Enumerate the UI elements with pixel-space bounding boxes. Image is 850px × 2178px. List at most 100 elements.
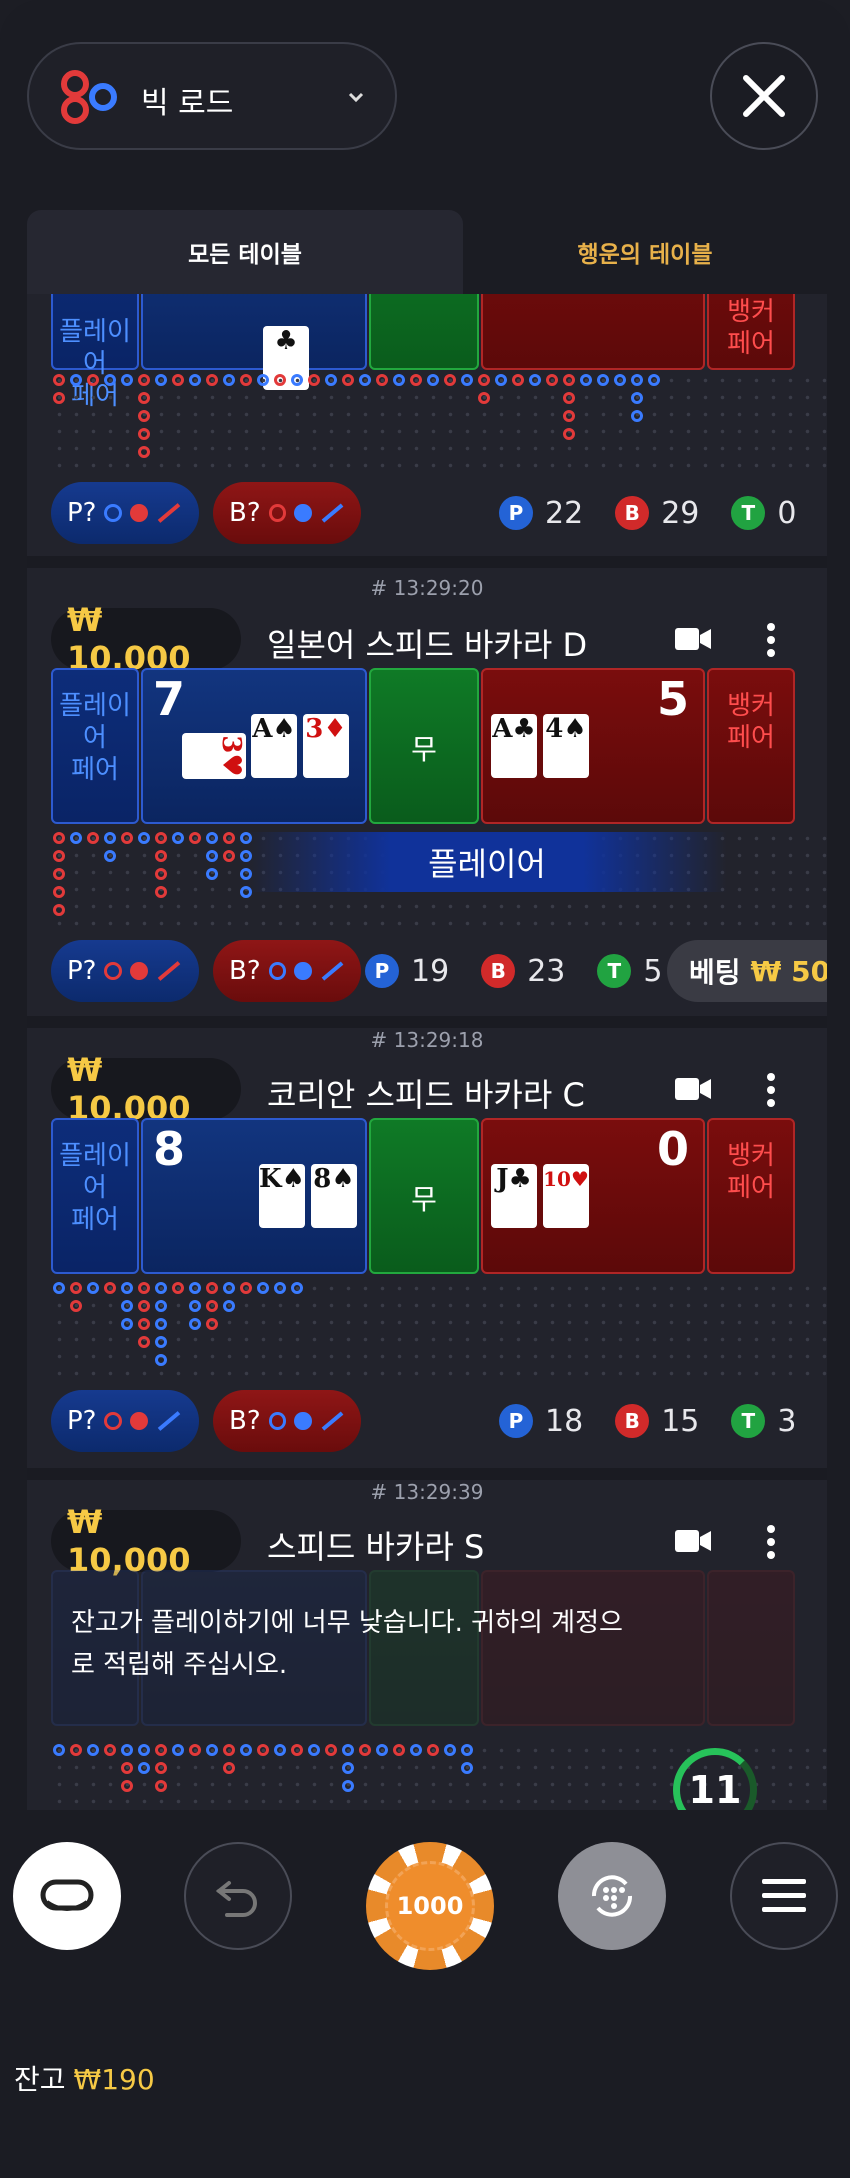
chip-value: 1000 [385, 1861, 475, 1951]
table-tabs: 모든 테이블 행운의 테이블 [27, 210, 827, 294]
low-balance-message: 잔고가 플레이하기에 너무 낮습니다. 귀하의 계정으로 적립해 주십시오. [71, 1608, 623, 1680]
banker-count-icon: B [481, 954, 516, 988]
divider [27, 556, 827, 568]
round-time: # 13:29:20 [370, 576, 484, 600]
predict-player-button[interactable]: P? [51, 940, 199, 1002]
banker-cards: A♣ 4♠ [491, 714, 589, 778]
card: 4♠ [543, 714, 589, 778]
table-name[interactable]: 일본어 스피드 바카라 D [267, 620, 587, 666]
player-spot[interactable]: 7 3♥ A♠ 3♦ [141, 668, 367, 824]
hamburger-menu-icon [762, 1879, 806, 1912]
player-score: 8 [153, 1122, 186, 1176]
tie-count-icon: T [731, 1404, 766, 1438]
balance-label: 잔고 [14, 2063, 66, 2096]
banker-pair-label: 뱅커 페어 [727, 297, 775, 359]
player-spot[interactable]: 8 K♠ 8♠ [141, 1118, 367, 1274]
card: 3♥ [182, 733, 246, 779]
table-card[interactable]: # 13:29:39 ₩ 10,000 스피드 바카라 S 잔고가 플레이하기에… [27, 1480, 827, 1810]
table-name[interactable]: 코리안 스피드 바카라 C [267, 1070, 585, 1116]
road-type-label: 빅 로드 [141, 86, 234, 121]
chevron-down-icon [348, 92, 364, 103]
result-stats: P 18 B 15 T3 [499, 1390, 816, 1452]
table-card-partial[interactable]: 플레이어 페어 ♣ 뱅커 페어 [27, 294, 827, 556]
tie-spot[interactable]: 무 [369, 668, 479, 824]
divider [27, 1468, 827, 1480]
card: K♠ [259, 1164, 305, 1228]
player-count-icon: P [499, 1404, 533, 1438]
more-options-icon[interactable] [765, 618, 777, 662]
banker-pair-spot[interactable]: 뱅커 페어 [707, 668, 795, 824]
divider [27, 1016, 827, 1028]
banker-score: 0 [656, 1122, 689, 1176]
table-card[interactable]: # 13:29:20 ₩ 10,000 일본어 스피드 바카라 D 플레이어 페… [27, 568, 827, 1016]
menu-button[interactable] [730, 1842, 838, 1950]
big-road-grid [51, 372, 827, 472]
card: J♣ [491, 1164, 537, 1228]
lobby-button[interactable] [13, 1842, 121, 1950]
result-stats: P 22 B 29 T0 [499, 482, 816, 544]
rebet-button[interactable] [558, 1842, 666, 1950]
video-camera-icon[interactable] [675, 1528, 711, 1554]
player-pair-spot[interactable]: 플레이어 페어 [51, 1118, 139, 1274]
min-bet-badge: ₩ 10,000 [51, 1503, 241, 1579]
result-stats: P 19 B 23 T5 [365, 940, 682, 1002]
predict-player-button[interactable]: P? [51, 482, 199, 544]
banker-spot[interactable]: A♣ 4♠ 5 [481, 668, 705, 824]
table-card[interactable]: # 13:29:18 ₩ 10,000 코리안 스피드 바카라 C 플레이어 페… [27, 1028, 827, 1468]
player-cards: K♠ 8♠ [259, 1164, 357, 1228]
card: A♣ [491, 714, 537, 778]
player-pair-label: 플레이어 페어 [59, 1141, 131, 1235]
tie-spot[interactable] [369, 294, 479, 370]
predict-banker-button[interactable]: B? [213, 482, 361, 544]
round-time: # 13:29:39 [370, 1480, 484, 1504]
balance-amount: ₩190 [73, 2063, 155, 2096]
round-time: # 13:29:18 [370, 1028, 484, 1052]
min-bet-badge: ₩ 10,000 [51, 1051, 241, 1127]
predict-banker-button[interactable]: B? [213, 940, 361, 1002]
banker-pair-label: 뱅커 페어 [727, 691, 775, 753]
tie-label: 무 [411, 733, 437, 766]
tie-count-icon: T [597, 954, 632, 988]
banker-pair-spot[interactable]: 뱅커 페어 [707, 294, 795, 370]
big-road-logo-icon [61, 70, 117, 124]
tie-label: 무 [411, 1183, 437, 1216]
banker-pair-spot[interactable]: 뱅커 페어 [707, 1118, 795, 1274]
table-list[interactable]: 플레이어 페어 ♣ 뱅커 페어 [27, 294, 827, 1810]
banker-score: 5 [656, 672, 689, 726]
table-name[interactable]: 스피드 바카라 S [267, 1522, 484, 1568]
tab-all-tables[interactable]: 모든 테이블 [27, 210, 463, 294]
video-camera-icon[interactable] [675, 1076, 711, 1102]
balance-display: 잔고 ₩190 [14, 2058, 155, 2098]
result-banner: 플레이어 [247, 832, 727, 892]
undo-button[interactable] [184, 1842, 292, 1950]
banker-spot[interactable] [481, 294, 705, 370]
more-options-icon[interactable] [765, 1520, 777, 1564]
road-type-selector[interactable]: 빅 로드 [27, 42, 397, 150]
predict-banker-button[interactable]: B? [213, 1390, 361, 1452]
player-pair-spot[interactable]: 플레이어 페어 [51, 668, 139, 824]
more-options-icon[interactable] [765, 1068, 777, 1112]
banker-count-icon: B [615, 1404, 650, 1438]
predict-player-button[interactable]: P? [51, 1390, 199, 1452]
tab-lucky-tables[interactable]: 행운의 테이블 [463, 210, 827, 294]
undo-icon [215, 1881, 257, 1917]
video-camera-icon[interactable] [675, 626, 711, 652]
bottom-bar: 1000 잔고 ₩190 [0, 1810, 850, 2178]
player-count-icon: P [365, 954, 399, 988]
player-score: 7 [153, 672, 186, 726]
player-pair-label: 플레이어 페어 [59, 691, 131, 785]
card: 8♠ [311, 1164, 357, 1228]
card: 3♦ [303, 714, 349, 778]
card: 10♥ [543, 1164, 589, 1228]
big-road-grid [51, 1280, 827, 1380]
tie-spot[interactable]: 무 [369, 1118, 479, 1274]
player-pair-spot[interactable]: 플레이어 페어 [51, 294, 139, 411]
bet-amount-chip[interactable]: 베팅₩ 50, [667, 940, 827, 1002]
chip-selector[interactable]: 1000 [366, 1842, 494, 1970]
close-button[interactable] [710, 42, 818, 150]
banker-spot[interactable]: J♣ 10♥ 0 [481, 1118, 705, 1274]
player-spot[interactable]: ♣ [141, 294, 367, 390]
app-frame: 빅 로드 모든 테이블 행운의 테이블 플레이어 페어 ♣ [0, 0, 850, 2178]
card: A♠ [251, 714, 297, 778]
player-count-icon: P [499, 496, 533, 530]
